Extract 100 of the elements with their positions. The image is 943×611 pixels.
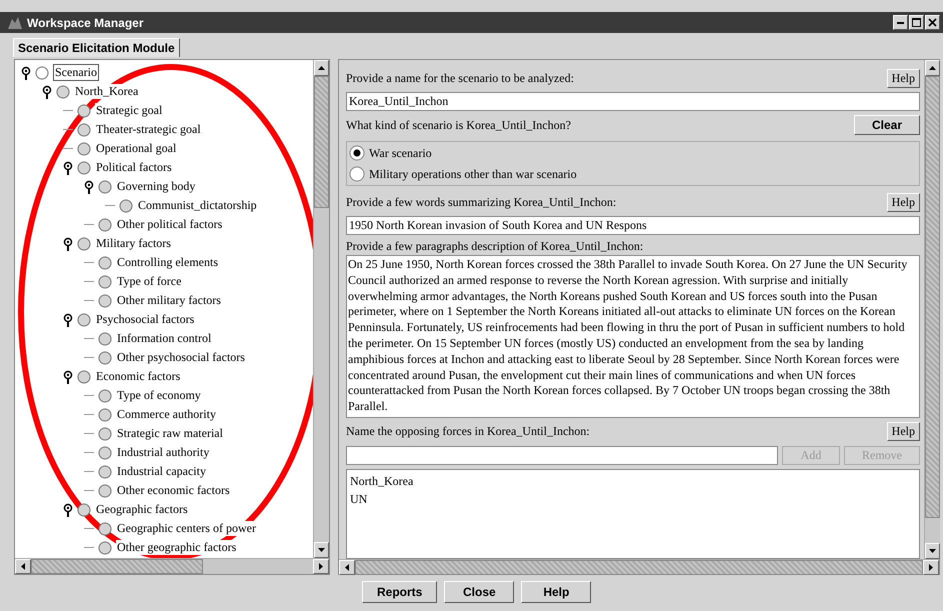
tree-node-label[interactable]: Scenario (53, 64, 99, 81)
footer-button[interactable]: Help (521, 581, 592, 603)
expand-handle-icon[interactable] (63, 236, 73, 250)
scroll-thumb[interactable] (31, 559, 203, 574)
help-button[interactable]: Help (886, 422, 920, 442)
tree-node-label[interactable]: Geographic factors (95, 502, 189, 517)
maximize-button[interactable] (909, 15, 924, 30)
tree-node-label[interactable]: Type of force (116, 274, 182, 289)
tree-node-label[interactable]: Military factors (95, 236, 172, 251)
down-arrow-icon (929, 549, 936, 553)
right-arrow-icon (929, 564, 933, 571)
node-circle-icon (56, 84, 70, 98)
node-circle-icon (98, 408, 112, 422)
radio-label[interactable]: War scenario (369, 146, 432, 160)
tree-node-label[interactable]: Industrial capacity (116, 464, 207, 479)
node-circle-icon (35, 66, 49, 80)
scenario-name-field[interactable]: Korea_Until_Inchon (346, 92, 920, 111)
radio-button[interactable] (349, 145, 365, 161)
node-circle-icon (98, 332, 112, 346)
node-circle-icon (98, 446, 112, 460)
node-circle-icon (98, 540, 112, 554)
tree-node-label[interactable]: Psychosocial factors (95, 312, 196, 327)
scroll-thumb[interactable] (314, 76, 329, 208)
force-list-item[interactable]: North_Korea (350, 472, 916, 490)
tree-node-label[interactable]: Other psychosocial factors (116, 350, 246, 365)
tree-node-label[interactable]: Theater-strategic goal (95, 122, 202, 137)
tree-node-label[interactable]: Governing body (116, 179, 196, 194)
maximize-icon (912, 18, 921, 27)
expand-handle-icon[interactable] (63, 502, 73, 516)
tree-node-label[interactable]: Type of economy (116, 388, 202, 403)
tree-node-label[interactable]: Strategic goal (95, 103, 164, 118)
node-circle-icon (98, 180, 112, 194)
node-circle-icon (77, 122, 91, 136)
tree-node-label[interactable]: Operational goal (95, 141, 178, 156)
right-arrow-icon (319, 563, 323, 570)
app-logo-icon (7, 16, 23, 30)
clear-button[interactable]: Clear (854, 115, 920, 135)
node-circle-icon (98, 274, 112, 288)
help-button[interactable]: Help (886, 192, 920, 212)
node-circle-icon (98, 256, 112, 270)
node-circle-icon (77, 502, 91, 516)
force-list-item[interactable]: UN (350, 490, 916, 508)
prompt-text: Name the opposing forces in Korea_Until_Inchon: (346, 424, 590, 440)
vertical-scrollbar[interactable] (313, 60, 329, 558)
node-circle-icon (98, 426, 112, 440)
up-arrow-icon (929, 66, 936, 70)
left-arrow-icon (345, 564, 349, 571)
left-arrow-icon (21, 563, 25, 570)
radio-label[interactable]: Military operations other than war scenario (369, 166, 577, 182)
down-arrow-icon (318, 548, 325, 552)
expand-handle-icon[interactable] (63, 370, 73, 384)
expand-handle-icon[interactable] (63, 160, 73, 174)
up-arrow-icon (318, 66, 325, 70)
close-button[interactable] (925, 15, 940, 30)
description-text-area[interactable]: On 25 June 1950, North Korean forces crossed the 38th Parallel to invade South Korea. On 27 June the UN Security Council authorized an armed response to reverse the North Korean agression. With surprise and initially overwhelming armor advantages, the North Koreans pushed South Korean and US forces south into the Pusan perimeter, where on 1 September the North Koreans initiated all-out attacks to eliminate UN forces on the Korean Penninsula. Fortunately, US reinfrocements had been flowing in thru the port of Pusan in sufficient numbers to hold the perimeter. On 15 September UN forces (mostly US) conducted an envelopment from the sea by landing amphibious forces at Inchon and attacking east to liberate Seoul by 28 September. Since North Korean forces were concentrated around Pusan, the envelopment cut their main lines of communications and when UN forces counterattacked from Pusan the North Korean forces collapsed. By 7 October UN troops began crossing the 38th Parallel. (346, 255, 920, 418)
node-circle-icon (77, 236, 91, 250)
node-circle-icon (98, 388, 112, 402)
tree-node-label[interactable]: Strategic raw material (116, 426, 224, 441)
footer-button[interactable]: Reports (362, 581, 438, 603)
prompt-text: Provide a name for the scenario to be analyzed: (346, 70, 574, 86)
force-name-field[interactable] (346, 446, 778, 465)
node-circle-icon (77, 160, 91, 174)
expand-handle-icon[interactable] (21, 66, 31, 80)
prompt-text: Provide a few paragraphs description of Korea_Until_Inchon: (346, 238, 644, 254)
expand-handle-icon[interactable] (84, 180, 94, 194)
radio-button[interactable] (349, 166, 365, 182)
close-icon (928, 18, 937, 27)
node-circle-icon (98, 484, 112, 498)
scroll-thumb[interactable] (925, 76, 940, 518)
node-circle-icon (77, 104, 91, 118)
summary-field[interactable]: 1950 North Korean invasion of South Korea and UN Respons (346, 216, 920, 235)
node-circle-icon (119, 198, 133, 212)
node-circle-icon (77, 312, 91, 326)
tree-node-label[interactable]: Other military factors (116, 293, 222, 308)
node-circle-icon (98, 218, 112, 232)
expand-handle-icon[interactable] (42, 84, 52, 98)
vertical-scrollbar[interactable] (924, 60, 940, 559)
prompt-text: What kind of scenario is Korea_Until_Inchon? (346, 118, 571, 132)
node-circle-icon (77, 370, 91, 384)
node-circle-icon (98, 464, 112, 478)
tree-node-label[interactable]: Industrial authority (116, 445, 210, 460)
node-circle-icon (98, 522, 112, 536)
help-button[interactable]: Help (886, 68, 920, 88)
window-title: Workspace Manager (27, 16, 144, 30)
tree-node-label[interactable]: Communist_dictatorship (137, 198, 258, 213)
horizontal-scrollbar[interactable] (15, 558, 329, 574)
tree-node-label[interactable]: Geographic centers of power (116, 521, 257, 536)
tree-node-label[interactable]: Commerce authority (116, 407, 217, 422)
footer-button[interactable]: Close (444, 581, 514, 603)
tree-node-label[interactable]: Other political factors (116, 217, 224, 232)
node-circle-icon (98, 294, 112, 308)
tree-node-label[interactable]: North_Korea (74, 84, 140, 99)
expand-handle-icon[interactable] (63, 312, 73, 326)
prompt-text: Provide a few words summarizing Korea_Until_Inchon: (346, 194, 616, 210)
module-tab[interactable]: Scenario Elicitation Module (13, 38, 180, 57)
minimize-icon (897, 22, 904, 24)
tree-node-label[interactable]: Other geographic factors (116, 540, 238, 555)
minimize-button[interactable] (893, 15, 908, 30)
node-circle-icon (98, 350, 112, 364)
tree-node-label[interactable]: Controlling elements (116, 255, 219, 270)
